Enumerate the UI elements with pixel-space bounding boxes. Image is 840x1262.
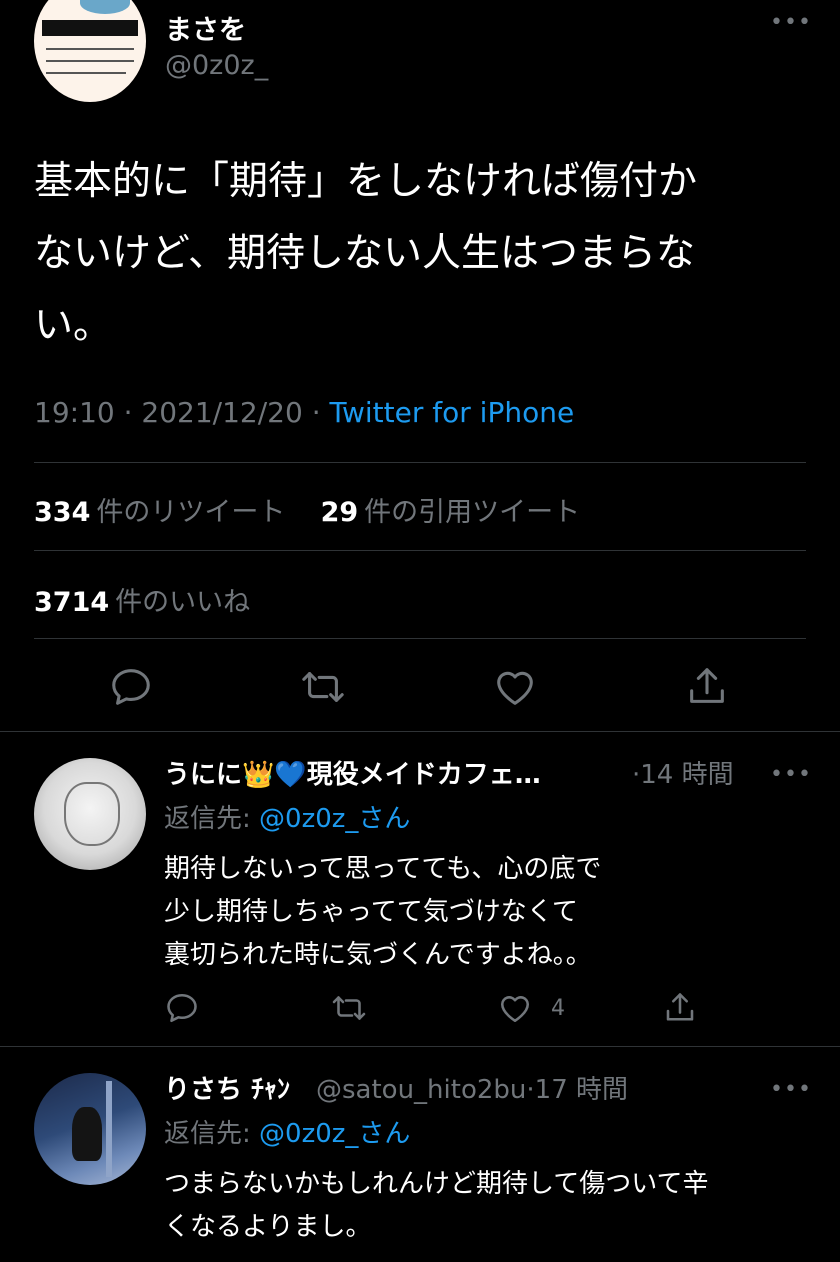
like-icon[interactable] bbox=[497, 990, 533, 1026]
avatar-sketch-line bbox=[46, 60, 134, 62]
divider bbox=[34, 462, 806, 463]
tweet-text-line: ないけど、期待しない人生はつまらな bbox=[34, 231, 696, 276]
reply-handle[interactable]: @satou_hito2bu bbox=[316, 1075, 526, 1105]
quotes-label: 件の引用ツイート bbox=[364, 497, 581, 528]
divider bbox=[34, 550, 806, 551]
avatar-censor-bar bbox=[42, 20, 138, 36]
retweet-icon[interactable] bbox=[330, 990, 368, 1026]
likes-label: 件のいいね bbox=[115, 587, 251, 618]
more-dots-icon[interactable]: ••• bbox=[770, 764, 812, 786]
reply-to-prefix: 返信先: bbox=[164, 1119, 260, 1149]
reply-handle-time: @satou_hito2bu·17 時間 bbox=[316, 1075, 629, 1105]
reply-time[interactable]: ·14 時間 bbox=[632, 754, 734, 791]
reply-to-handle[interactable]: @0z0z_さん bbox=[259, 804, 410, 834]
meta-separator: · bbox=[311, 396, 330, 429]
tweet-text-line: 基本的に「期待」をしなければ傷付か bbox=[34, 159, 698, 204]
retweet-icon[interactable] bbox=[299, 664, 347, 710]
retweets-count: 334 bbox=[34, 497, 91, 528]
reply-to-handle[interactable]: @0z0z_さん bbox=[259, 1119, 410, 1149]
reply-text: 期待しないって思ってても、心の底で 少し期待しちゃってて気づけなくて 裏切られた… bbox=[164, 848, 804, 977]
retweets-stat[interactable]: 334 件のリツイート bbox=[34, 497, 285, 528]
likes-stat[interactable]: 3714 件のいいね bbox=[34, 580, 250, 619]
share-icon[interactable] bbox=[662, 990, 698, 1026]
author-display-name[interactable]: まさを bbox=[165, 8, 246, 47]
reply-tweet[interactable]: うにに👑💙現役メイドカフェ… ·14 時間 ••• 返信先: @0z0z_さん … bbox=[0, 732, 840, 1046]
tweet-meta: 19:10 · 2021/12/20 · Twitter for iPhone bbox=[34, 396, 574, 429]
share-icon[interactable] bbox=[684, 664, 730, 710]
tweet-text-line: い。 bbox=[34, 303, 113, 348]
tweet-text: 基本的に「期待」をしなければ傷付か ないけど、期待しない人生はつまらな い。 bbox=[34, 146, 804, 362]
like-icon[interactable] bbox=[492, 664, 538, 710]
reply-time-label: 14 時間 bbox=[640, 760, 734, 790]
author-avatar[interactable] bbox=[34, 0, 146, 102]
engagement-stats: 334 件のリツイート 29 件の引用ツイート bbox=[34, 490, 580, 529]
reply-to-line: 返信先: @0z0z_さん bbox=[164, 798, 410, 835]
reply-icon[interactable] bbox=[164, 990, 200, 1026]
more-dots-icon[interactable]: ••• bbox=[770, 1079, 812, 1101]
tweet-date[interactable]: 2021/12/20 bbox=[141, 396, 302, 429]
author-handle[interactable]: @0z0z_ bbox=[165, 50, 268, 81]
avatar-sketch-line bbox=[46, 48, 134, 50]
reply-text-line: くなるよりまし。 bbox=[164, 1212, 372, 1242]
reply-to-prefix: 返信先: bbox=[164, 804, 260, 834]
like-count: 4 bbox=[551, 996, 565, 1021]
reply-text-line: 裏切られた時に気づくんですよね。。 bbox=[164, 940, 592, 970]
reply-to-line: 返信先: @0z0z_さん bbox=[164, 1113, 410, 1150]
reply-icon[interactable] bbox=[108, 664, 154, 710]
reply-avatar[interactable] bbox=[34, 1073, 146, 1185]
reply-display-name[interactable]: うにに👑💙現役メイドカフェ… bbox=[164, 754, 541, 791]
reply-display-name[interactable]: りさち ﾁｬﾝ bbox=[164, 1069, 290, 1106]
reply-time[interactable]: 17 時間 bbox=[535, 1075, 628, 1105]
meta-separator: · bbox=[123, 396, 142, 429]
quotes-count: 29 bbox=[320, 497, 359, 528]
tweet-time[interactable]: 19:10 bbox=[34, 396, 115, 429]
avatar-hair-graphic bbox=[80, 0, 130, 14]
reply-avatar[interactable] bbox=[34, 758, 146, 870]
likes-count: 3714 bbox=[34, 587, 110, 618]
reply-tweet[interactable]: りさち ﾁｬﾝ @satou_hito2bu·17 時間 ••• 返信先: @0… bbox=[0, 1047, 840, 1262]
avatar-figure-graphic bbox=[72, 1107, 102, 1161]
quotes-stat[interactable]: 29 件の引用ツイート bbox=[321, 497, 581, 528]
reply-text-line: 期待しないって思ってても、心の底で bbox=[164, 854, 602, 884]
more-dots-icon[interactable]: ••• bbox=[770, 12, 812, 34]
reply-text-line: 少し期待しちゃってて気づけなくて bbox=[164, 897, 578, 927]
avatar-face-sketch bbox=[64, 782, 120, 846]
reply-text: つまらないかもしれんけど期待して傷ついて辛 くなるよりまし。 bbox=[164, 1163, 814, 1249]
avatar-sketch-line bbox=[46, 72, 126, 74]
divider bbox=[34, 638, 806, 639]
reply-text-line: つまらないかもしれんけど期待して傷ついて辛 bbox=[164, 1169, 709, 1199]
tweet-source-link[interactable]: Twitter for iPhone bbox=[330, 396, 575, 429]
avatar-window-graphic bbox=[106, 1081, 112, 1177]
retweets-label: 件のリツイート bbox=[96, 497, 286, 528]
